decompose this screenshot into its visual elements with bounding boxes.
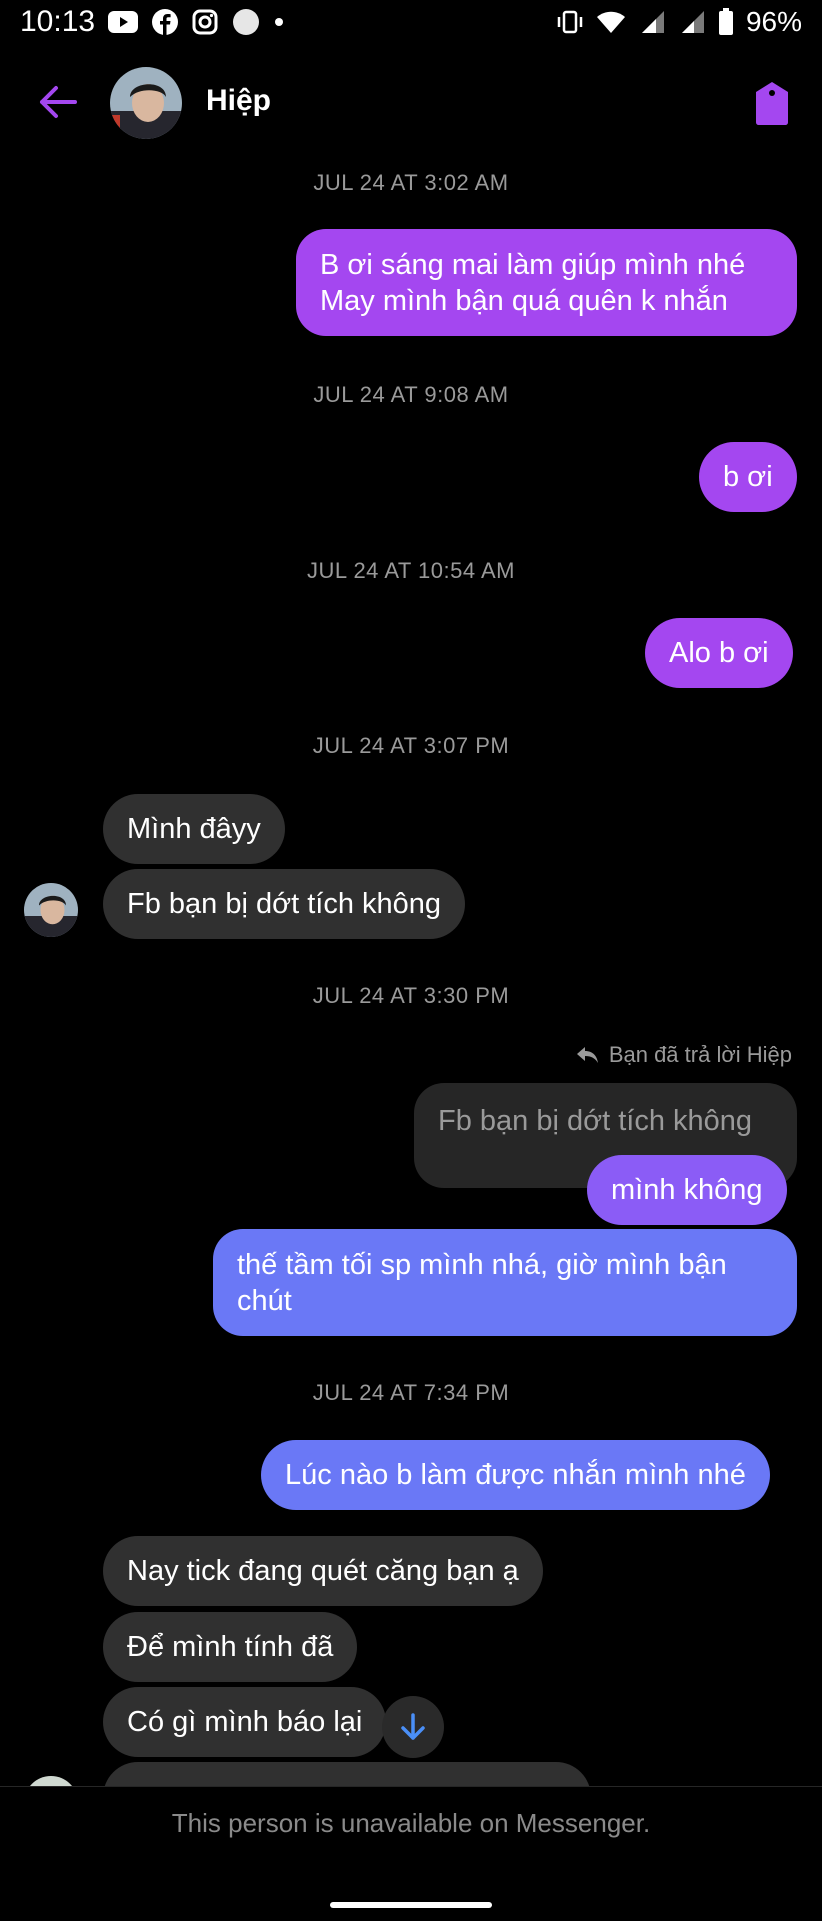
back-button[interactable]	[28, 72, 88, 132]
instagram-icon	[192, 9, 218, 35]
message-text: Có gì mình báo lại	[127, 1706, 363, 1738]
status-time: 10:13	[20, 5, 96, 38]
quoted-text: Fb bạn bị dớt tích không	[438, 1105, 753, 1137]
message-bubble-received[interactable]: Mình đâyy	[103, 794, 285, 864]
message-text: Lúc nào b làm được nhắn mình nhé	[285, 1459, 746, 1491]
message-text: thế tầm tối sp mình nhá, giờ mình bận	[237, 1248, 727, 1281]
bottom-bar	[0, 1786, 822, 1921]
message-text: Alo b ơi	[669, 637, 769, 669]
timestamp: JUL 24 AT 3:30 PM	[312, 983, 510, 1008]
timestamp: JUL 24 AT 7:34 PM	[312, 1380, 510, 1405]
contact-name[interactable]: Hiệp	[206, 84, 271, 118]
timestamp: JUL 24 AT 3:02 AM	[313, 170, 509, 195]
message-bubble-sent[interactable]: B ơi sáng mai làm giúp mình nhé May mình…	[296, 229, 797, 336]
message-bubble-received[interactable]: Nay tick đang quét căng bạn ạ	[103, 1536, 543, 1606]
contact-avatar-small[interactable]	[24, 883, 78, 937]
message-bubble-sent[interactable]: Lúc nào b làm được nhắn mình nhé	[261, 1440, 770, 1510]
message-bubble-sent[interactable]: mình không	[587, 1155, 787, 1225]
message-text: chút	[237, 1284, 292, 1317]
arrow-down-icon	[401, 1713, 425, 1740]
message-bubble-sent[interactable]: Alo b ơi	[645, 618, 793, 688]
avatar-photo	[110, 67, 182, 139]
dot-icon	[275, 18, 283, 26]
message-bubble-sent[interactable]: b ơi	[699, 442, 797, 512]
battery-percent: 96%	[745, 6, 802, 37]
timestamp: JUL 24 AT 3:07 PM	[312, 733, 510, 758]
scroll-to-bottom-button[interactable]	[382, 1696, 444, 1758]
signal-icon	[641, 11, 664, 33]
contact-avatar[interactable]	[110, 67, 182, 139]
reply-indicator: Bạn đã trả lời Hiệp	[575, 1042, 792, 1068]
signal-icon	[681, 11, 704, 33]
reply-note-text: Bạn đã trả lời Hiệp	[608, 1042, 792, 1067]
vibrate-icon	[557, 10, 583, 34]
status-right-icons: 96%	[556, 4, 802, 40]
home-indicator[interactable]	[330, 1902, 492, 1908]
message-bubble-received[interactable]: Fb bạn bị dớt tích không	[103, 869, 466, 939]
message-bubble-received[interactable]: Để mình tính đã	[103, 1612, 358, 1682]
message-text: Nay tick đang quét căng bạn ạ	[127, 1555, 519, 1587]
facebook-icon	[152, 9, 178, 35]
back-arrow-icon	[40, 86, 77, 118]
wifi-icon	[596, 11, 625, 33]
unavailable-notice: This person is unavailable on Messenger.	[171, 1808, 651, 1838]
message-text: Để mình tính đã	[127, 1631, 334, 1663]
message-bubble-sent[interactable]: thế tầm tối sp mình nhá, giờ mình bận ch…	[213, 1229, 797, 1336]
message-text: Mình đâyy	[127, 813, 261, 845]
message-text: B ơi sáng mai làm giúp mình nhé	[320, 248, 746, 281]
tag-button[interactable]	[752, 80, 792, 126]
avatar-photo	[24, 883, 78, 937]
message-text: b ơi	[723, 461, 773, 493]
message-text: mình không	[611, 1174, 763, 1206]
youtube-icon	[108, 11, 138, 33]
battery-icon	[718, 8, 733, 35]
message-text: May mình bận quá quên k nhắn	[320, 284, 728, 317]
timestamp: JUL 24 AT 10:54 AM	[307, 558, 515, 583]
status-left-icons	[108, 8, 284, 36]
message-text: Fb bạn bị dớt tích không	[127, 888, 442, 920]
circle-icon	[233, 9, 259, 35]
timestamp: JUL 24 AT 9:08 AM	[313, 382, 509, 407]
message-bubble-received[interactable]: Có gì mình báo lại	[103, 1687, 387, 1757]
tag-icon	[756, 82, 788, 125]
reply-icon	[576, 1047, 598, 1063]
